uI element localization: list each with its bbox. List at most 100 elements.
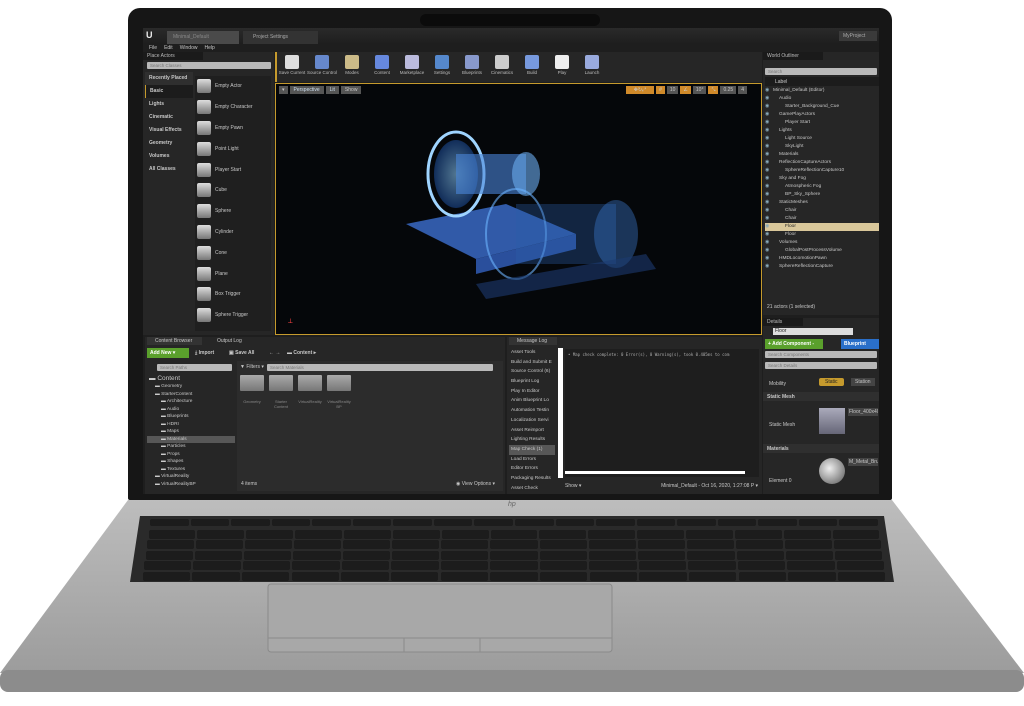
outliner-row[interactable]: ◉ SphereReflectionCapture10 — [765, 167, 879, 175]
outliner-row[interactable]: ◉ Atmospheric Fog — [765, 183, 879, 191]
key[interactable] — [837, 571, 886, 581]
outliner-row[interactable]: ◉ Starter_Background_Cue — [765, 103, 879, 111]
folder-tree-item[interactable]: ▬ Textures — [147, 466, 235, 474]
log-category[interactable]: Editor Errors — [509, 464, 555, 474]
toolbar-build-button[interactable]: Build — [517, 52, 547, 75]
key[interactable] — [588, 550, 637, 560]
add-new-button[interactable]: Add New ▾ — [147, 348, 189, 358]
category-lights[interactable]: Lights — [145, 98, 193, 111]
key[interactable] — [293, 550, 341, 560]
import-button[interactable]: ⤓ Import — [195, 350, 214, 356]
key[interactable] — [343, 540, 391, 549]
key[interactable] — [393, 519, 432, 526]
category-volumes[interactable]: Volumes — [145, 150, 193, 163]
visibility-eye-icon[interactable]: ◉ — [765, 95, 779, 103]
key[interactable] — [242, 561, 291, 570]
key[interactable] — [735, 540, 783, 549]
folder-tree-item[interactable]: ▬ Maps — [147, 428, 235, 436]
key[interactable] — [148, 529, 196, 539]
actor-item[interactable]: Empty Character — [195, 97, 271, 118]
key[interactable] — [539, 571, 588, 581]
folder-tree-item[interactable]: ▬ Props — [147, 451, 235, 459]
key[interactable] — [688, 561, 736, 570]
key[interactable] — [312, 519, 351, 526]
key[interactable] — [539, 529, 587, 539]
visibility-eye-icon[interactable]: ◉ — [765, 255, 779, 263]
path-breadcrumb[interactable]: ▬ Content ▸ — [287, 350, 316, 356]
key[interactable] — [147, 540, 195, 549]
log-category[interactable]: Asset Tools — [509, 348, 555, 358]
key[interactable] — [490, 550, 538, 560]
outliner-row[interactable]: ◉ HMDLocomotionPawn — [765, 255, 879, 263]
key[interactable] — [490, 540, 538, 549]
key[interactable] — [440, 571, 489, 581]
save-all-button[interactable]: ▣ Save All — [229, 350, 254, 356]
log-category[interactable]: Play In Editor — [509, 387, 555, 397]
key[interactable] — [687, 550, 735, 560]
key[interactable] — [341, 561, 390, 570]
toolbar-launch-button[interactable]: Launch — [577, 52, 607, 75]
key[interactable] — [391, 561, 439, 570]
outliner-search-input[interactable]: Search — [765, 68, 877, 75]
log-category[interactable]: Source Control (6) — [509, 367, 555, 377]
outliner-row[interactable]: ◉ Chair — [765, 207, 879, 215]
folder-tree-item[interactable]: ▬ StarterContent — [147, 391, 235, 399]
visibility-eye-icon[interactable]: ◉ — [765, 87, 773, 95]
folder-tile[interactable]: VirtualReality — [298, 375, 322, 409]
toolbar-source-control-button[interactable]: Source Control — [307, 52, 337, 75]
key[interactable] — [342, 550, 390, 560]
key[interactable] — [832, 529, 880, 539]
key[interactable] — [784, 540, 832, 549]
actor-item[interactable]: Empty Actor — [195, 76, 271, 97]
outliner-row[interactable]: ◉ SkyLight — [765, 143, 879, 151]
key[interactable] — [341, 571, 389, 581]
outliner-row[interactable]: ◉ GamePlayActors — [765, 111, 879, 119]
visibility-eye-icon[interactable]: ◉ — [765, 127, 779, 135]
actor-item[interactable]: Player Start — [195, 159, 271, 180]
outliner-row[interactable]: ◉ Chair — [765, 215, 879, 223]
category-basic[interactable]: Basic — [145, 85, 193, 98]
actor-item[interactable]: Box Trigger — [195, 284, 271, 305]
toolbar-marketplace-button[interactable]: Marketplace — [397, 52, 427, 75]
actor-item[interactable]: Sphere Trigger — [195, 305, 271, 326]
outliner-row[interactable]: ◉ GlobalPostProcessVolume — [765, 247, 879, 255]
actor-item[interactable]: Empty Pawn — [195, 118, 271, 139]
search-details-input[interactable]: Search Details — [765, 362, 877, 369]
folder-tree-item[interactable]: ▬ Materials — [147, 435, 235, 443]
key[interactable] — [734, 529, 782, 539]
mobility-static[interactable]: Static — [819, 378, 844, 386]
toolbar-modes-button[interactable]: Modes — [337, 52, 367, 75]
key[interactable] — [150, 519, 189, 526]
key[interactable] — [392, 529, 440, 539]
folder-tree-item[interactable]: ▬ Particles — [147, 443, 235, 451]
element0-value[interactable]: M_Metal_Brus — [848, 458, 878, 466]
visibility-eye-icon[interactable]: ◉ — [765, 183, 785, 191]
outliner-row[interactable]: ◉ ReflectionCaptureActors — [765, 159, 879, 167]
actor-item[interactable]: Cube — [195, 180, 271, 201]
key[interactable] — [588, 540, 636, 549]
key[interactable] — [539, 561, 588, 570]
actor-item[interactable]: Sphere — [195, 201, 271, 222]
folder-tile[interactable]: Geometry — [240, 375, 264, 409]
toolbar-cinematics-button[interactable]: Cinematics — [487, 52, 517, 75]
log-category[interactable]: Map Check (1) — [509, 444, 555, 455]
menu-file[interactable]: File — [149, 44, 157, 52]
folder-tree-item[interactable]: ▬ Content — [147, 374, 235, 383]
key[interactable] — [839, 519, 878, 526]
outliner-row[interactable]: ◉ Player Start — [765, 119, 879, 127]
outliner-row[interactable]: ◉ Floor — [765, 231, 879, 239]
key[interactable] — [758, 519, 797, 526]
log-category[interactable]: Localization Servi — [509, 416, 555, 426]
log-category[interactable]: Automation Testin — [509, 406, 555, 416]
key[interactable] — [588, 529, 636, 539]
visibility-eye-icon[interactable]: ◉ — [765, 143, 785, 151]
actor-item[interactable]: Plane — [195, 263, 271, 284]
key[interactable] — [190, 519, 230, 526]
history-nav-buttons[interactable]: ← → — [269, 350, 280, 356]
visibility-eye-icon[interactable]: ◉ — [765, 135, 785, 143]
menu-help[interactable]: Help — [204, 44, 214, 52]
outliner-row[interactable]: ◉ BP_Sky_Sphere — [765, 191, 879, 199]
key[interactable] — [835, 550, 883, 560]
folder-tree-item[interactable]: ▬ Shapes — [147, 458, 235, 466]
visibility-eye-icon[interactable]: ◉ — [765, 239, 779, 247]
